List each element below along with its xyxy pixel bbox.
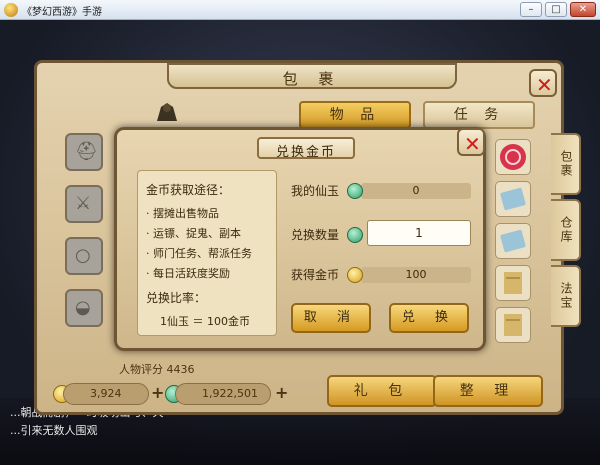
score-value: 4436 xyxy=(166,363,195,376)
sort-button[interactable]: 整 理 xyxy=(433,375,543,407)
item-slot[interactable] xyxy=(495,139,531,175)
dialog-close-button[interactable]: ✕ xyxy=(457,128,485,156)
chat-line: ...引来无数人围观 xyxy=(10,424,98,437)
cancel-button[interactable]: 取 消 xyxy=(291,303,371,333)
quantity-input[interactable]: 1 xyxy=(367,220,471,246)
gold-obtained-label: 获得金币 xyxy=(291,268,340,282)
tab-items[interactable]: 物 品 xyxy=(299,101,411,129)
gold-obtained-value: 100 xyxy=(405,268,427,281)
side-tab-storage[interactable]: 仓库 xyxy=(551,199,581,261)
equip-slot-weapon[interactable]: ⚔ xyxy=(65,185,103,223)
item-slot[interactable] xyxy=(495,223,531,259)
item-slot[interactable] xyxy=(495,307,531,343)
quantity-label: 兑换数量 xyxy=(291,228,340,242)
maximize-button[interactable]: □ xyxy=(545,2,567,17)
info-item: · 师门任务、帮派任务 xyxy=(146,247,252,260)
jade-icon xyxy=(347,183,363,199)
my-jade-value: 0 xyxy=(412,184,420,197)
armor-icon: ◒ xyxy=(75,297,91,318)
sword-icon: ⚔ xyxy=(75,193,92,214)
add-silver-button[interactable]: + xyxy=(275,383,288,402)
info-item: · 摆摊出售物品 xyxy=(146,207,219,220)
dialog-title: 兑换金币 xyxy=(275,145,336,160)
my-jade-label: 我的仙玉 xyxy=(291,184,340,198)
dialog-title-box: 兑换金币 xyxy=(257,137,355,160)
character-score: 人物评分 4436 xyxy=(119,361,195,377)
exchange-button[interactable]: 兑 换 xyxy=(389,303,469,333)
gold-coin-icon xyxy=(347,267,363,283)
bag-title-bar: 包 裹 xyxy=(167,63,457,89)
window-title: 《梦幻西游》手游 xyxy=(22,7,102,18)
helmet-icon: ⛑ xyxy=(75,141,98,162)
my-jade-bar: 0 xyxy=(361,183,471,199)
minimize-button[interactable]: – xyxy=(520,2,542,17)
info-heading: 金币获取途径： xyxy=(146,183,231,197)
necklace-icon: ○ xyxy=(75,245,91,266)
close-icon: ✕ xyxy=(464,132,481,156)
window-close-button[interactable]: ✕ xyxy=(570,2,596,17)
score-label: 人物评分 xyxy=(119,363,163,376)
gold-obtained-bar: 100 xyxy=(361,267,471,283)
add-gold-button[interactable]: + xyxy=(151,383,164,402)
ratio-heading: 兑换比率： xyxy=(146,291,207,305)
silver-balance: 1,922,501 xyxy=(175,383,271,405)
item-slot[interactable] xyxy=(495,181,531,217)
tab-tasks[interactable]: 任 务 xyxy=(423,101,535,129)
equip-slot-necklace[interactable]: ○ xyxy=(65,237,103,275)
gold-value: 3,924 xyxy=(90,387,122,400)
app-icon xyxy=(4,3,18,17)
character-icon[interactable] xyxy=(153,99,181,123)
jade-icon xyxy=(347,227,363,243)
info-item: · 每日活跃度奖励 xyxy=(146,267,230,280)
gift-pack-button[interactable]: 礼 包 xyxy=(327,375,437,407)
close-icon: ✕ xyxy=(536,73,553,97)
info-item: · 运镖、捉鬼、副本 xyxy=(146,227,241,240)
gold-balance: 3,924 xyxy=(63,383,149,405)
info-panel: 金币获取途径： · 摆摊出售物品 · 运镖、捉鬼、副本 · 师门任务、帮派任务 … xyxy=(137,170,277,336)
side-tab-treasure[interactable]: 法宝 xyxy=(551,265,581,327)
exchange-gold-dialog: 兑换金币 ✕ 金币获取途径： · 摆摊出售物品 · 运镖、捉鬼、副本 · 师门任… xyxy=(114,127,486,351)
equip-slot-helmet[interactable]: ⛑ xyxy=(65,133,103,171)
ratio-text: 1仙玉 ＝ 100金币 xyxy=(160,315,250,328)
bag-close-button[interactable]: ✕ xyxy=(529,69,557,97)
bag-title: 包 裹 xyxy=(282,70,342,88)
window-title-bar: 《梦幻西游》手游 – □ ✕ xyxy=(0,0,600,20)
silver-value: 1,922,501 xyxy=(202,387,258,400)
item-slot[interactable] xyxy=(495,265,531,301)
side-tab-bag[interactable]: 包裹 xyxy=(551,133,581,195)
equip-slot-armor[interactable]: ◒ xyxy=(65,289,103,327)
